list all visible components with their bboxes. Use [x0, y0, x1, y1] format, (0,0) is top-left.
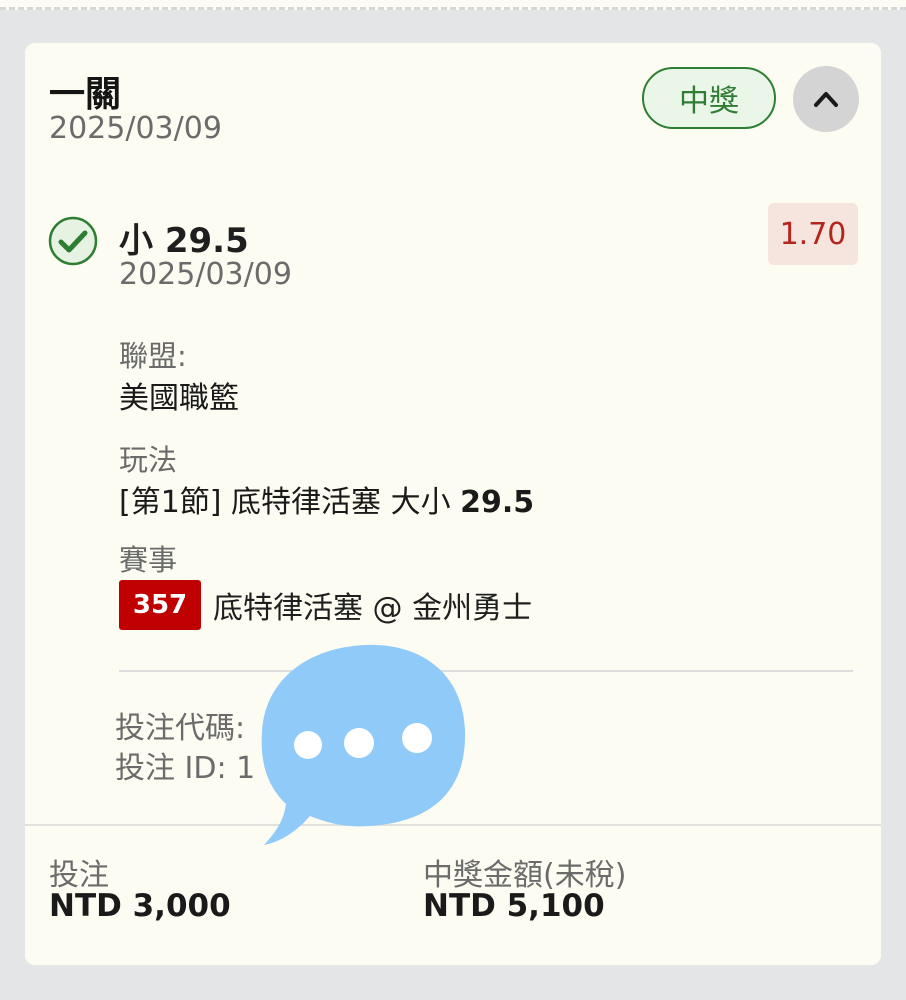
- bet-date: 2025/03/09: [49, 111, 222, 146]
- league-value: 美國職籃: [119, 381, 239, 416]
- selection-date: 2025/03/09: [119, 257, 292, 292]
- check-circle-icon: [48, 216, 98, 266]
- chevron-up-icon: [814, 92, 838, 107]
- selection-name: 小 29.5: [119, 221, 249, 261]
- event-name: 底特律活塞 @ 金州勇士: [213, 591, 533, 626]
- bet-code-label: 投注代碼:: [115, 711, 246, 746]
- bet-id-label: 投注 ID: 1: [115, 751, 256, 786]
- market-line: 29.5: [460, 485, 535, 520]
- event-label: 賽事: [119, 543, 178, 577]
- league-label: 聯盟:: [119, 339, 187, 373]
- bet-type-title: 一關: [49, 74, 122, 115]
- status-badge: 中獎: [642, 67, 776, 129]
- chat-bubble-icon[interactable]: [258, 640, 468, 850]
- previous-card-edge: [0, 0, 906, 10]
- collapse-button[interactable]: [793, 66, 859, 132]
- event-number-badge: 357: [119, 580, 201, 630]
- market-description: [第1節] 底特律活塞 大小: [119, 485, 461, 520]
- market-label: 玩法: [119, 443, 178, 477]
- market-value: [第1節] 底特律活塞 大小 29.5: [119, 477, 534, 521]
- payout-value: NTD 5,100: [423, 888, 605, 924]
- divider: [119, 670, 853, 672]
- event-row: 357 底特律活塞 @ 金州勇士: [119, 580, 532, 630]
- odds-badge: 1.70: [768, 203, 858, 265]
- stake-value: NTD 3,000: [49, 888, 231, 924]
